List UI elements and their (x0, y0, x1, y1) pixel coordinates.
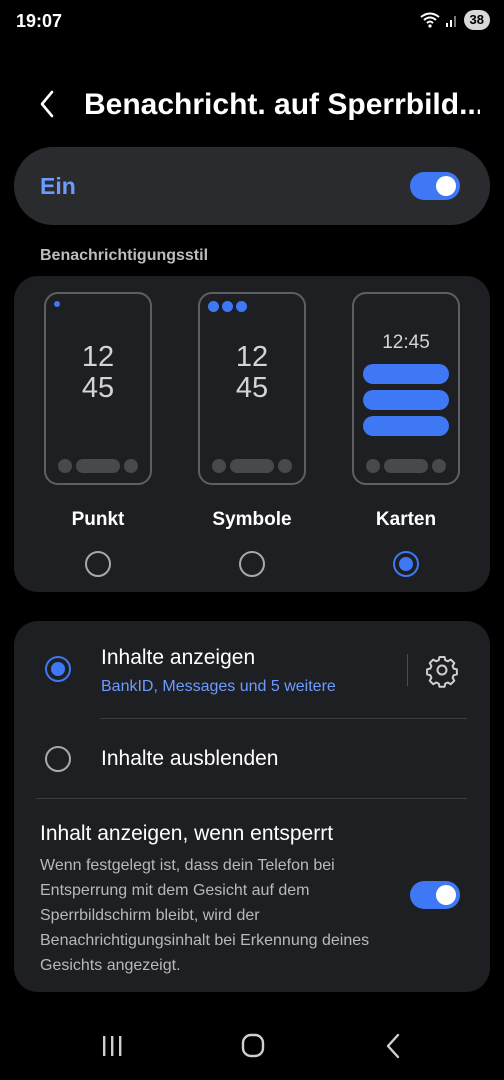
show-when-unlocked-title: Inhalt anzeigen, wenn entsperrt (40, 822, 334, 845)
notification-icons (208, 301, 247, 312)
style-option-label: Punkt (71, 509, 125, 530)
master-switch-card[interactable]: Ein (14, 147, 490, 225)
show-when-unlocked-toggle[interactable] (410, 881, 460, 909)
radio-punkt[interactable] (85, 551, 111, 577)
show-when-unlocked-description: Wenn festgelegt ist, dass dein Telefon b… (40, 857, 370, 974)
preview-clock: 12 45 (235, 341, 269, 404)
row-divider (100, 718, 467, 719)
vertical-divider (407, 654, 408, 686)
back-button[interactable] (30, 86, 66, 122)
phone-preview-symbole: 12 45 (198, 292, 306, 485)
phone-preview-karten: 12:45 (352, 292, 460, 485)
radio-hide-content[interactable] (45, 746, 71, 772)
page-title: Benachricht. auf Sperrbild... (84, 88, 480, 121)
style-option-label: Karten (375, 509, 437, 530)
home-icon (241, 1033, 265, 1058)
master-toggle[interactable] (410, 172, 460, 200)
notification-cards (363, 364, 449, 442)
show-content-apps: BankID, Messages und 5 weitere (101, 678, 336, 695)
back-icon (386, 1033, 400, 1059)
style-option-symbole[interactable]: 12 45 Symbole (182, 276, 322, 592)
status-time: 19:07 (16, 11, 63, 31)
gear-icon (426, 656, 458, 688)
show-content-title: Inhalte anzeigen (101, 646, 256, 669)
hide-content-title: Inhalte ausblenden (101, 747, 279, 770)
hide-content-row[interactable]: Inhalte ausblenden (14, 720, 490, 798)
signal-icon (445, 16, 456, 27)
style-option-label: Symbole (212, 509, 292, 530)
content-settings-button[interactable] (424, 652, 460, 688)
toggle-knob (436, 885, 456, 905)
home-button[interactable] (235, 1030, 271, 1062)
style-option-karten[interactable]: 12:45 Karten (336, 276, 476, 592)
notification-style-label: Benachrichtigungsstil (40, 247, 209, 264)
show-when-unlocked-row[interactable]: Inhalt anzeigen, wenn entsperrt Wenn fes… (14, 799, 490, 992)
navigation-bar (0, 1020, 504, 1072)
wifi-icon (419, 12, 440, 28)
preview-clock: 12 45 (81, 341, 115, 404)
preview-bottom-bar (212, 459, 292, 473)
style-option-punkt[interactable]: 12 45 Punkt (28, 276, 168, 592)
master-switch-label: Ein (40, 173, 76, 199)
show-content-row[interactable]: Inhalte anzeigen BankID, Messages und 5 … (14, 621, 490, 718)
radio-karten[interactable] (393, 551, 419, 577)
notification-style-card: 12 45 Punkt 12 45 Symbole 12:45 Karten (14, 276, 490, 592)
radio-symbole[interactable] (239, 551, 265, 577)
preview-bottom-bar (58, 459, 138, 473)
battery-icon: 38 (463, 10, 490, 30)
toggle-knob (436, 176, 456, 196)
nav-back-button[interactable] (376, 1030, 412, 1062)
app-header: Benachricht. auf Sperrbild... (0, 80, 504, 128)
notification-dots (54, 301, 60, 307)
phone-preview-punkt: 12 45 (44, 292, 152, 485)
content-visibility-card: Inhalte anzeigen BankID, Messages und 5 … (14, 621, 490, 992)
recents-button[interactable] (94, 1030, 130, 1062)
back-chevron-icon (40, 90, 54, 118)
status-icons: 38 (419, 10, 490, 30)
recents-icon (103, 1036, 122, 1056)
status-bar: 19:07 38 (0, 0, 504, 46)
radio-show-content[interactable] (45, 656, 71, 682)
preview-bottom-bar (366, 459, 446, 473)
preview-clock: 12:45 (382, 332, 430, 353)
